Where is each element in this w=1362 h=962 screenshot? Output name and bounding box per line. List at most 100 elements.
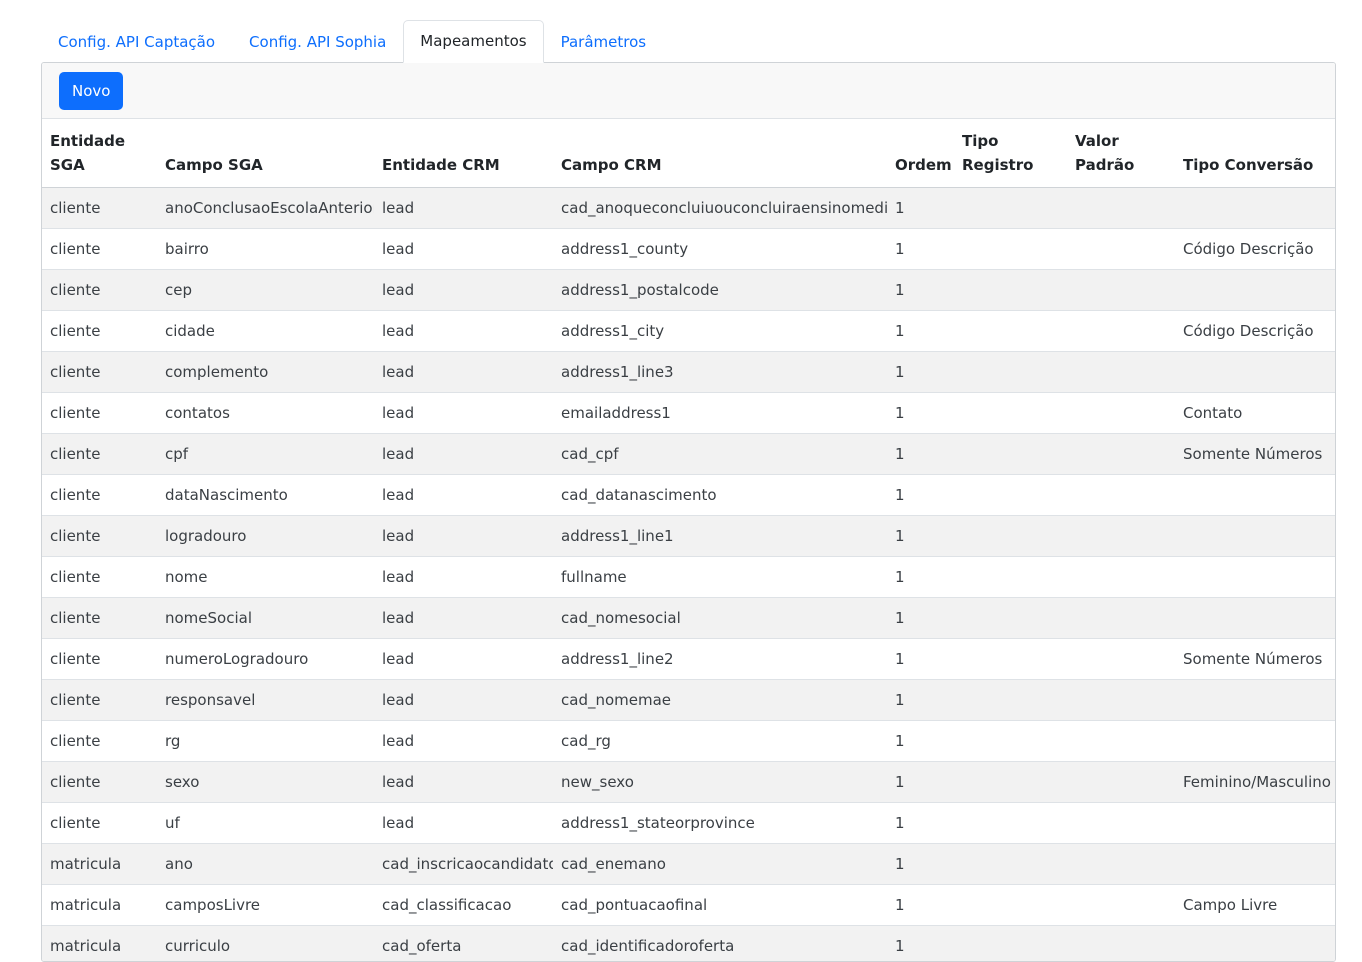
tipo-conversao-cell [1175,516,1335,557]
table-row[interactable]: clientergleadcad_rg1 [42,721,1335,762]
tipo-registro-cell [954,844,1067,885]
tab-config-api-captacao[interactable]: Config. API Captação [41,21,232,62]
tipo-conversao-cell: Contato [1175,393,1335,434]
tipo-registro-cell [954,885,1067,926]
tipo-registro-cell [954,475,1067,516]
table-row[interactable]: clientebairroleadaddress1_county1Código … [42,229,1335,270]
entidade-sga-cell: cliente [42,229,157,270]
new-button[interactable]: Novo [59,72,123,110]
toolbar: Novo [42,63,1335,119]
campo-sga-cell: ano [157,844,374,885]
valor-padrao-cell [1067,557,1175,598]
entidade-sga-cell: cliente [42,639,157,680]
campo-crm-cell: cad_rg [553,721,887,762]
table-row[interactable]: clientenomeSocialleadcad_nomesocial1 [42,598,1335,639]
table-row[interactable]: clientenomeleadfullname1 [42,557,1335,598]
header-campo-crm[interactable]: Campo CRM [553,119,887,188]
entidade-sga-cell: cliente [42,557,157,598]
entidade-sga-cell: cliente [42,352,157,393]
table-row[interactable]: matriculacamposLivrecad_classificacaocad… [42,885,1335,926]
valor-padrao-cell [1067,639,1175,680]
entidade-sga-cell: cliente [42,434,157,475]
entidade-sga-cell: cliente [42,680,157,721]
ordem-cell: 1 [887,803,954,844]
table-row[interactable]: clientesexoleadnew_sexo1Feminino/Masculi… [42,762,1335,803]
campo-crm-cell: cad_pontuacaofinal [553,885,887,926]
tipo-conversao-cell [1175,352,1335,393]
campo-crm-cell: cad_nomesocial [553,598,887,639]
entidade-sga-cell: cliente [42,311,157,352]
mapping-table: Entidade SGA Campo SGA Entidade CRM Camp… [42,119,1335,962]
ordem-cell: 1 [887,188,954,229]
tipo-conversao-cell [1175,680,1335,721]
campo-sga-cell: uf [157,803,374,844]
entidade-sga-cell: cliente [42,270,157,311]
ordem-cell: 1 [887,680,954,721]
campo-crm-cell: address1_county [553,229,887,270]
header-valor-padrao[interactable]: Valor Padrão [1067,119,1175,188]
ordem-cell: 1 [887,639,954,680]
valor-padrao-cell [1067,762,1175,803]
campo-crm-cell: address1_line1 [553,516,887,557]
table-row[interactable]: clientecomplementoleadaddress1_line31 [42,352,1335,393]
tab-mapeamentos[interactable]: Mapeamentos [403,20,543,63]
campo-sga-cell: contatos [157,393,374,434]
entidade-crm-cell: cad_classificacao [374,885,553,926]
tipo-conversao-cell [1175,475,1335,516]
table-row[interactable]: matriculacurriculocad_ofertacad_identifi… [42,926,1335,962]
table-row[interactable]: clientecidadeleadaddress1_city1Código De… [42,311,1335,352]
header-tipo-registro[interactable]: Tipo Registro [954,119,1067,188]
table-row[interactable]: clientecepleadaddress1_postalcode1 [42,270,1335,311]
entidade-sga-cell: matricula [42,926,157,962]
tipo-conversao-cell [1175,926,1335,962]
valor-padrao-cell [1067,393,1175,434]
campo-sga-cell: dataNascimento [157,475,374,516]
tipo-conversao-cell [1175,188,1335,229]
table-row[interactable]: clienteufleadaddress1_stateorprovince1 [42,803,1335,844]
tipo-registro-cell [954,926,1067,962]
table-row[interactable]: clientecpfleadcad_cpf1Somente Números [42,434,1335,475]
tipo-registro-cell [954,803,1067,844]
header-tipo-conversao[interactable]: Tipo Conversão [1175,119,1335,188]
ordem-cell: 1 [887,393,954,434]
ordem-cell: 1 [887,352,954,393]
table-row[interactable]: clientecontatosleademailaddress11Contato [42,393,1335,434]
entidade-sga-cell: cliente [42,762,157,803]
tipo-registro-cell [954,311,1067,352]
header-entidade-crm[interactable]: Entidade CRM [374,119,553,188]
header-entidade-sga[interactable]: Entidade SGA [42,119,157,188]
valor-padrao-cell [1067,352,1175,393]
valor-padrao-cell [1067,598,1175,639]
campo-crm-cell: cad_anoqueconcluiuouconcluiraensinomedio [553,188,887,229]
table-row[interactable]: clientedataNascimentoleadcad_datanascime… [42,475,1335,516]
campo-sga-cell: rg [157,721,374,762]
campo-sga-cell: nomeSocial [157,598,374,639]
table-row[interactable]: clientelogradouroleadaddress1_line11 [42,516,1335,557]
campo-crm-cell: emailaddress1 [553,393,887,434]
ordem-cell: 1 [887,557,954,598]
campo-sga-cell: numeroLogradouro [157,639,374,680]
ordem-cell: 1 [887,598,954,639]
ordem-cell: 1 [887,721,954,762]
valor-padrao-cell [1067,475,1175,516]
entidade-crm-cell: lead [374,516,553,557]
entidade-crm-cell: lead [374,311,553,352]
tab-config-api-sophia[interactable]: Config. API Sophia [232,21,403,62]
entidade-sga-cell: cliente [42,803,157,844]
table-row[interactable]: clientenumeroLogradouroleadaddress1_line… [42,639,1335,680]
table-row[interactable]: matriculaanocad_inscricaocandidatocad_en… [42,844,1335,885]
tipo-registro-cell [954,393,1067,434]
campo-crm-cell: address1_stateorprovince [553,803,887,844]
ordem-cell: 1 [887,762,954,803]
valor-padrao-cell [1067,434,1175,475]
table-row[interactable]: clienteresponsavelleadcad_nomemae1 [42,680,1335,721]
entidade-crm-cell: lead [374,598,553,639]
ordem-cell: 1 [887,229,954,270]
tab-parametros[interactable]: Parâmetros [544,21,663,62]
ordem-cell: 1 [887,475,954,516]
tipo-registro-cell [954,270,1067,311]
ordem-cell: 1 [887,434,954,475]
header-campo-sga[interactable]: Campo SGA [157,119,374,188]
header-ordem[interactable]: Ordem [887,119,954,188]
table-row[interactable]: clienteanoConclusaoEscolaAnteriorleadcad… [42,188,1335,229]
